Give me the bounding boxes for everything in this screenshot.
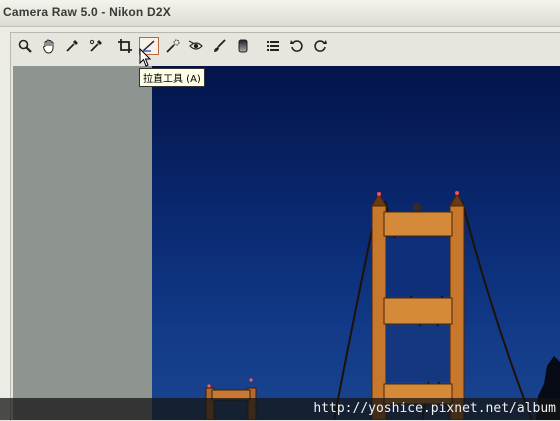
list-icon (266, 41, 279, 51)
rotate-right-tool-button[interactable] (310, 37, 330, 55)
graduated-filter-icon (238, 39, 248, 53)
rotate-left-tool-button[interactable] (287, 37, 307, 55)
tool-tooltip: 拉直工具 (A) (139, 68, 205, 87)
red-eye-icon (188, 40, 204, 50)
bridge-image (205, 191, 560, 420)
preview-background (13, 66, 152, 420)
white-balance-tool-button[interactable] (62, 37, 82, 55)
graduated-filter-tool-button[interactable] (233, 37, 253, 55)
adjustment-brush-tool-button[interactable] (210, 37, 230, 55)
hand-icon (42, 39, 54, 54)
color-sampler-tool-button[interactable] (86, 37, 106, 55)
red-eye-tool-button[interactable] (186, 37, 206, 55)
mouse-cursor (139, 48, 152, 67)
rotate-ccw-icon (289, 40, 303, 52)
spot-removal-icon (165, 39, 180, 53)
toolbar (15, 36, 334, 56)
eyedropper-icon (66, 40, 79, 52)
magnifier-icon (18, 39, 32, 53)
watermark-text: http://yoshice.pixnet.net/album (313, 401, 556, 416)
zoom-tool-button[interactable] (15, 37, 35, 55)
crop-icon (118, 39, 133, 53)
hand-tool-button[interactable] (39, 37, 59, 55)
preferences-tool-button[interactable] (263, 37, 283, 55)
spot-removal-tool-button[interactable] (163, 37, 183, 55)
window-title: Camera Raw 5.0 - Nikon D2X (3, 5, 171, 19)
crop-tool-button[interactable] (115, 37, 135, 55)
rotate-cw-icon (314, 40, 328, 52)
color-sampler-icon (89, 39, 102, 52)
watermark-bar: http://yoshice.pixnet.net/album (0, 398, 560, 420)
title-bar: Camera Raw 5.0 - Nikon D2X (0, 0, 560, 27)
bridge-tower (371, 193, 465, 420)
photo-preview[interactable] (152, 66, 560, 420)
brush-icon (213, 39, 226, 52)
